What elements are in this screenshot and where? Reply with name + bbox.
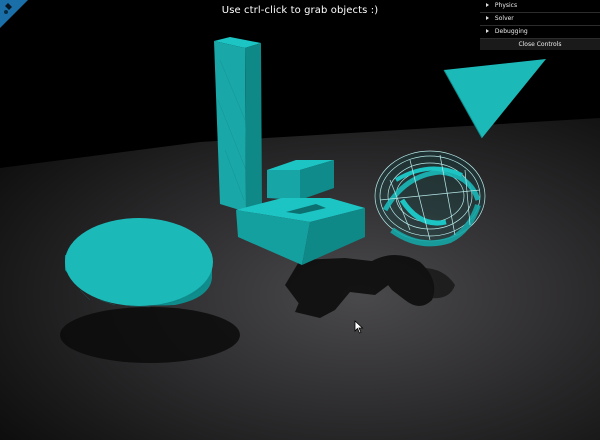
folder-label: Physics — [494, 2, 518, 9]
tall-box-object[interactable] — [214, 37, 262, 212]
folder-solver[interactable]: Solver — [480, 13, 600, 26]
folder-physics[interactable]: Physics — [480, 0, 600, 13]
folder-arrow-icon — [486, 16, 489, 20]
controls-panel[interactable]: Physics Solver Debugging Close Controls — [480, 0, 600, 50]
folder-debugging[interactable]: Debugging — [480, 26, 600, 39]
folder-arrow-icon — [486, 29, 489, 33]
close-controls-button[interactable]: Close Controls — [480, 39, 600, 50]
3d-viewport[interactable] — [0, 0, 600, 440]
folder-label: Solver — [494, 15, 514, 22]
folder-arrow-icon — [486, 3, 489, 7]
folder-label: Debugging — [494, 28, 528, 35]
mouse-cursor-icon — [354, 320, 364, 334]
